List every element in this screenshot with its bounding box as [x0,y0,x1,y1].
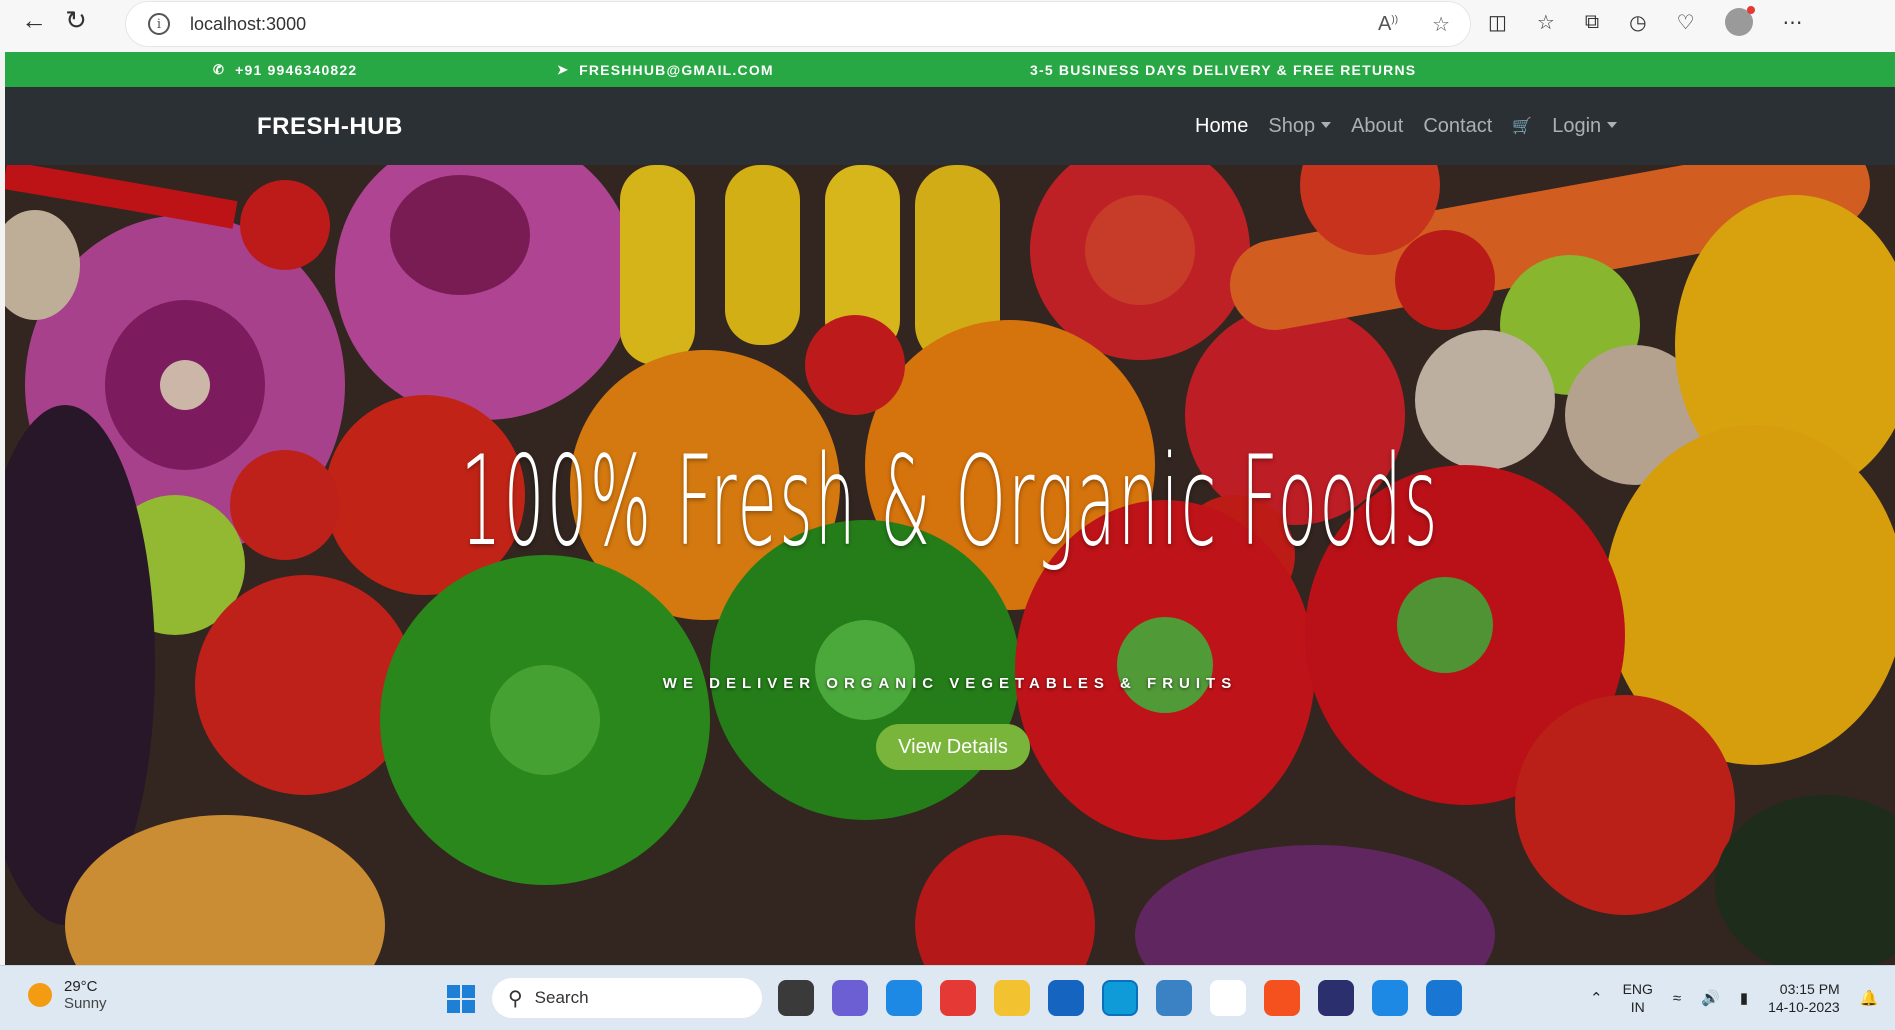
site-info-icon[interactable]: i [148,13,170,35]
more-options-icon[interactable]: ⋯ [1783,10,1803,35]
mongodb-icon[interactable] [1210,980,1246,1016]
volume-icon[interactable]: 🔊 [1701,989,1720,1007]
windows-taskbar: 29°C Sunny ⚲ Search ⌃ ENG IN ≈ 🔊 ▮ 03:15… [0,965,1895,1030]
url-text[interactable]: localhost:3000 [190,14,306,35]
nav-login-dropdown[interactable]: Login [1552,115,1617,138]
weather-widget[interactable]: 29°C Sunny [28,978,107,1012]
paper-plane-icon: ➤ [557,61,570,77]
delivery-notice-text: 3-5 BUSINESS DAYS DELIVERY & FREE RETURN… [1030,61,1417,78]
nav-contact[interactable]: Contact [1423,115,1492,138]
nav-links: Home Shop About Contact 🛒 Login [1195,87,1617,165]
windows-start-icon[interactable] [447,985,475,1013]
file-explorer-icon[interactable] [994,980,1030,1016]
page-viewport: ✆ +91 9946340822 ➤ FRESHHUB@GMAIL.COM 3-… [5,52,1895,965]
hero-title: 100% Fresh & Organic Foods [460,430,1440,574]
eclipse-icon[interactable] [1318,980,1354,1016]
email-address: FRESHHUB@GMAIL.COM [579,61,774,78]
brand-logo[interactable]: FRESH-HUB [257,113,403,141]
chrome-icon[interactable] [940,980,976,1016]
postman-icon[interactable] [1264,980,1300,1016]
refresh-icon[interactable]: ↻ [56,0,96,40]
chevron-up-icon[interactable]: ⌃ [1590,989,1603,1007]
task-view-icon[interactable] [778,980,814,1016]
system-tray: ⌃ ENG IN ≈ 🔊 ▮ 03:15 PM 14-10-2023 🔔 [1590,980,1878,1016]
phone-number: +91 9946340822 [235,61,358,78]
collections-icon[interactable]: ⧉ [1585,11,1599,34]
phone-contact: ✆ +91 9946340822 [213,52,357,87]
vscode-icon[interactable] [886,980,922,1016]
nav-shop-dropdown[interactable]: Shop [1268,115,1331,138]
nav-about[interactable]: About [1351,115,1403,138]
weather-condition: Sunny [64,995,107,1012]
store-icon[interactable] [1048,980,1084,1016]
phone-icon: ✆ [213,61,226,77]
history-icon[interactable]: ◷ [1629,10,1646,35]
python-icon[interactable] [1156,980,1192,1016]
region-code: IN [1630,999,1645,1015]
view-details-button[interactable]: View Details [876,724,1030,770]
wifi-icon[interactable]: ≈ [1673,990,1681,1007]
battery-icon[interactable]: ▮ [1740,989,1748,1007]
info-topbar: ✆ +91 9946340822 ➤ FRESHHUB@GMAIL.COM 3-… [5,52,1895,87]
clock[interactable]: 03:15 PM 14-10-2023 [1768,980,1840,1016]
split-screen-icon[interactable]: ◫ [1488,10,1507,35]
taskbar-search-label: Search [534,988,589,1007]
read-aloud-icon[interactable]: A)) [1378,13,1398,36]
weather-temperature: 29°C [64,978,98,995]
favorite-star-icon[interactable]: ☆ [1432,12,1450,37]
sun-icon [28,983,52,1007]
nav-home[interactable]: Home [1195,115,1248,138]
chat-icon[interactable] [832,980,868,1016]
browser-toolbar: ← ↻ i localhost:3000 A)) ☆ ◫ ☆ ⧉ ◷ ♡ ⋯ [0,0,1895,52]
profile-avatar[interactable] [1724,6,1755,36]
notification-bell-icon[interactable]: 🔔 [1860,989,1879,1007]
cart-icon[interactable]: 🛒 [1512,116,1532,136]
search-icon: ⚲ [508,987,523,1010]
language-indicator[interactable]: ENG IN [1623,980,1653,1016]
taskbar-search[interactable]: ⚲ Search [492,978,762,1018]
back-arrow-icon[interactable]: ← [14,0,54,40]
pinned-apps [778,980,1462,1016]
health-icon[interactable]: ♡ [1677,10,1695,35]
clock-time: 03:15 PM [1779,981,1840,997]
address-bar[interactable]: i localhost:3000 A)) ☆ [126,2,1470,46]
email-contact: ➤ FRESHHUB@GMAIL.COM [557,52,774,87]
language-code: ENG [1622,981,1653,997]
paint-icon[interactable] [1426,980,1462,1016]
main-navbar: FRESH-HUB Home Shop About Contact 🛒 Logi… [5,87,1895,165]
hero-section: 100% Fresh & Organic Foods WE DELIVER OR… [5,165,1895,965]
clock-date: 14-10-2023 [1768,999,1840,1015]
delivery-notice: 3-5 BUSINESS DAYS DELIVERY & FREE RETURN… [1030,52,1416,87]
edge-icon[interactable] [1102,980,1138,1016]
hero-subtitle: WE DELIVER ORGANIC VEGETABLES & FRUITS [662,675,1238,692]
notepad-icon[interactable] [1372,980,1408,1016]
favorites-icon[interactable]: ☆ [1537,10,1555,35]
